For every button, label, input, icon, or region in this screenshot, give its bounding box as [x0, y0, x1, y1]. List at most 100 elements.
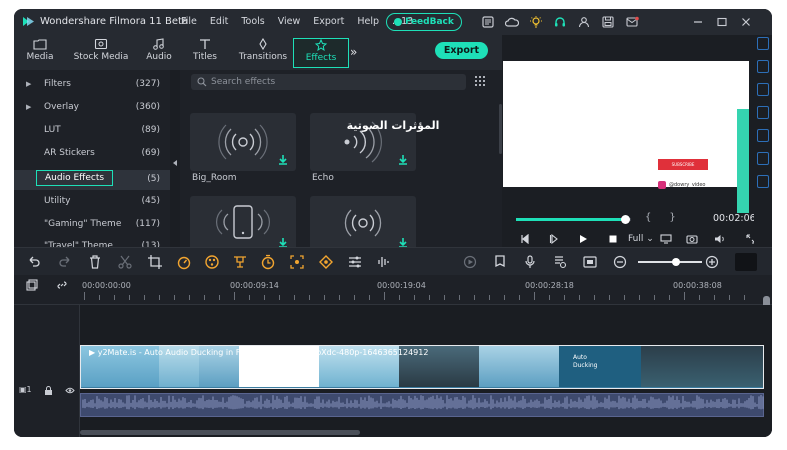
green-screen-icon[interactable] [232, 254, 248, 270]
menu-export[interactable]: Export [313, 16, 344, 27]
volume-icon[interactable] [714, 234, 726, 244]
playback-progress[interactable] [516, 215, 631, 224]
download-icon[interactable] [398, 155, 408, 165]
right-tool-strip [754, 35, 772, 247]
tab-audio[interactable]: Audio [142, 38, 176, 68]
export-button[interactable]: Export [435, 42, 488, 59]
headset-icon[interactable] [548, 13, 572, 31]
zoom-slider-handle[interactable] [672, 258, 681, 266]
tab-stock-media[interactable]: Stock Media [72, 38, 130, 68]
link-icon[interactable] [56, 279, 68, 291]
tool-slot-icon[interactable] [757, 175, 769, 188]
play-back-icon[interactable] [549, 234, 559, 244]
voiceover-icon[interactable] [552, 254, 568, 270]
quality-select[interactable]: Full ⌄ [628, 234, 654, 244]
save-icon[interactable] [596, 13, 620, 31]
mark-in-out-icons[interactable]: {} [645, 212, 694, 223]
delete-icon[interactable] [87, 254, 103, 270]
ruler-tick [729, 295, 730, 300]
add-track-icon[interactable] [26, 279, 38, 291]
clip-thumbnail [479, 346, 559, 387]
menu-view[interactable]: View [278, 16, 301, 27]
sidebar-item-ar-stickers[interactable]: AR Stickers (69) [14, 144, 170, 164]
menu-tools[interactable]: Tools [241, 16, 264, 27]
ruler-tick [699, 295, 700, 300]
progress-handle[interactable] [621, 215, 631, 224]
tab-effects[interactable]: Effects [293, 38, 349, 68]
close-icon[interactable] [734, 13, 758, 31]
marker-icon[interactable] [492, 254, 508, 270]
cloud-icon[interactable] [500, 13, 524, 31]
tool-slot-icon[interactable] [757, 152, 769, 165]
expand-arrow-icon[interactable]: ▶ [26, 103, 31, 111]
feedback-button[interactable]: FeedBack [386, 13, 462, 31]
tool-slot-icon[interactable] [757, 83, 769, 96]
zoom-out-icon[interactable] [612, 254, 628, 270]
timeline-ruler[interactable]: 00:00:00:00 00:00:09:14 00:00:19:04 00:0… [14, 275, 772, 305]
collapse-arrow-icon[interactable] [172, 160, 178, 166]
tab-media[interactable]: Media [22, 38, 58, 68]
ruler-tick [144, 295, 145, 300]
tool-slot-icon[interactable] [757, 37, 769, 50]
account-icon[interactable] [572, 13, 596, 31]
search-input[interactable]: Search effects [191, 74, 466, 90]
instagram-handle: @dowry_video [658, 181, 706, 189]
bulb-icon[interactable] [524, 13, 548, 31]
menu-file[interactable]: File [181, 16, 197, 27]
undo-icon[interactable] [26, 254, 42, 270]
audio-mixer-icon[interactable] [376, 254, 392, 270]
mail-icon[interactable] [620, 13, 644, 31]
snapshot-timeline-icon[interactable] [582, 254, 598, 270]
render-icon[interactable] [462, 254, 478, 270]
timeline-horizontal-scrollbar[interactable] [80, 430, 360, 435]
speed-icon[interactable] [176, 254, 192, 270]
sidebar-item-filters[interactable]: ▶ Filters (327) [14, 75, 170, 95]
zoom-in-icon[interactable] [704, 254, 720, 270]
layout-toggle-icon[interactable] [735, 253, 757, 271]
stop-icon[interactable] [608, 234, 618, 244]
audio-clip[interactable] [80, 393, 764, 417]
tab-titles[interactable]: Titles [188, 38, 222, 68]
motion-tracking-icon[interactable] [289, 254, 305, 270]
duration-icon[interactable] [260, 254, 276, 270]
more-tabs-icon[interactable]: » [350, 45, 357, 59]
panel-splitter[interactable] [170, 70, 180, 247]
display-icon[interactable] [660, 234, 672, 244]
grid-view-icon[interactable] [475, 76, 486, 87]
cut-icon[interactable] [117, 254, 133, 270]
lock-icon[interactable] [44, 386, 53, 395]
notes-icon[interactable] [476, 13, 500, 31]
titlebar-icons [476, 13, 644, 31]
snapshot-icon[interactable] [686, 234, 698, 244]
microphone-icon[interactable] [522, 254, 538, 270]
zoom-slider[interactable] [638, 258, 702, 266]
tab-transitions[interactable]: Transitions [238, 38, 288, 68]
color-icon[interactable] [204, 254, 220, 270]
keyframe-icon[interactable] [318, 254, 334, 270]
menu-help[interactable]: Help [357, 16, 379, 27]
adjust-icon[interactable] [347, 254, 363, 270]
minimize-icon[interactable] [686, 13, 710, 31]
tool-slot-icon[interactable] [757, 106, 769, 119]
sidebar-item-overlay[interactable]: ▶ Overlay (360) [14, 98, 170, 118]
previous-frame-icon[interactable] [520, 234, 530, 244]
video-clip[interactable]: Auto Ducking ▶ y2Mate.is - Auto Audio Du… [80, 345, 764, 389]
maximize-icon[interactable] [710, 13, 734, 31]
expand-arrow-icon[interactable]: ▶ [26, 80, 31, 88]
download-icon[interactable] [278, 155, 288, 165]
crop-icon[interactable] [147, 254, 163, 270]
clip-thumbnail-auto-ducking: Auto Ducking [559, 346, 641, 387]
tool-slot-icon[interactable] [757, 60, 769, 73]
effect-card-surround[interactable] [310, 196, 416, 254]
menu-edit[interactable]: Edit [210, 16, 228, 27]
sidebar-item-utility[interactable]: Utility (45) [14, 192, 170, 212]
ruler-tick [234, 292, 235, 300]
sidebar-item-gaming-theme[interactable]: "Gaming" Theme (117) [14, 215, 170, 235]
ruler-tick [384, 292, 385, 300]
visibility-icon[interactable] [65, 386, 75, 395]
redo-icon[interactable] [57, 254, 73, 270]
play-icon[interactable] [578, 234, 588, 244]
effect-card-phone[interactable] [190, 196, 296, 254]
sidebar-item-audio-effects[interactable]: Audio Effects (5) [14, 170, 170, 190]
instagram-icon [658, 181, 666, 189]
